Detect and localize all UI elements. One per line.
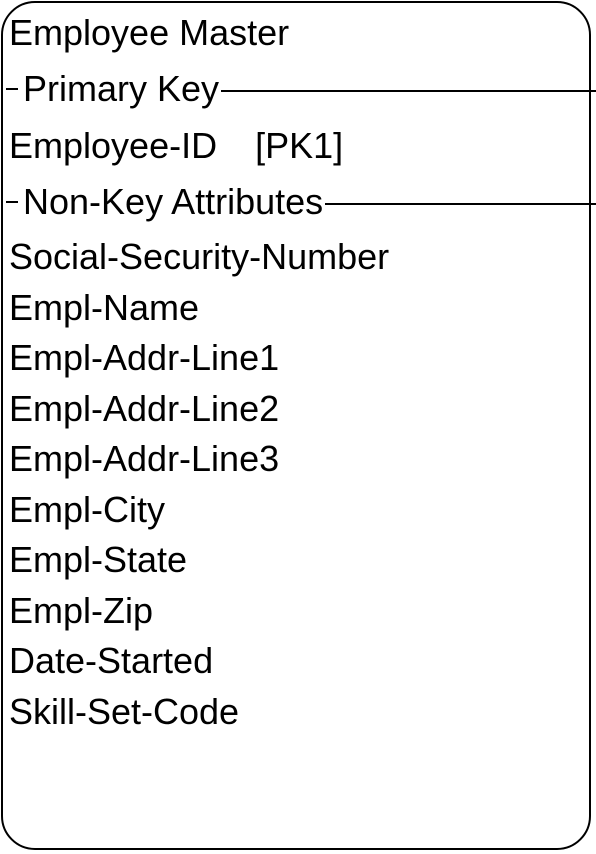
attribute-empl-state[interactable]: Empl-State bbox=[9, 540, 187, 580]
primary-key-section-header: Primary Key bbox=[6, 68, 596, 109]
primary-key-tag: [PK1] bbox=[255, 125, 344, 166]
section-dash bbox=[6, 88, 18, 90]
attribute-date-started[interactable]: Date-Started bbox=[9, 641, 213, 681]
attribute-empl-addr-line3[interactable]: Empl-Addr-Line3 bbox=[9, 439, 279, 479]
attribute-empl-name[interactable]: Empl-Name bbox=[9, 288, 199, 328]
attribute-empl-addr-line2[interactable]: Empl-Addr-Line2 bbox=[9, 389, 279, 429]
section-divider-line bbox=[221, 90, 596, 92]
attribute-skill-set-code[interactable]: Skill-Set-Code bbox=[9, 692, 239, 732]
section-divider-line bbox=[325, 203, 596, 205]
primary-key-label: Primary Key bbox=[23, 68, 220, 109]
attribute-social-security-number[interactable]: Social-Security-Number bbox=[9, 237, 389, 277]
section-dash bbox=[6, 201, 18, 203]
non-key-label: Non-Key Attributes bbox=[23, 181, 324, 222]
attribute-empl-addr-line1[interactable]: Empl-Addr-Line1 bbox=[9, 338, 279, 378]
attribute-name: Employee-ID bbox=[9, 125, 218, 166]
entity-title: Employee Master bbox=[9, 12, 290, 53]
non-key-section-header: Non-Key Attributes bbox=[6, 181, 596, 222]
attribute-empl-zip[interactable]: Empl-Zip bbox=[9, 591, 153, 631]
attribute-employee-id[interactable]: Employee-ID [PK1] bbox=[9, 126, 343, 166]
attribute-empl-city[interactable]: Empl-City bbox=[9, 490, 165, 530]
